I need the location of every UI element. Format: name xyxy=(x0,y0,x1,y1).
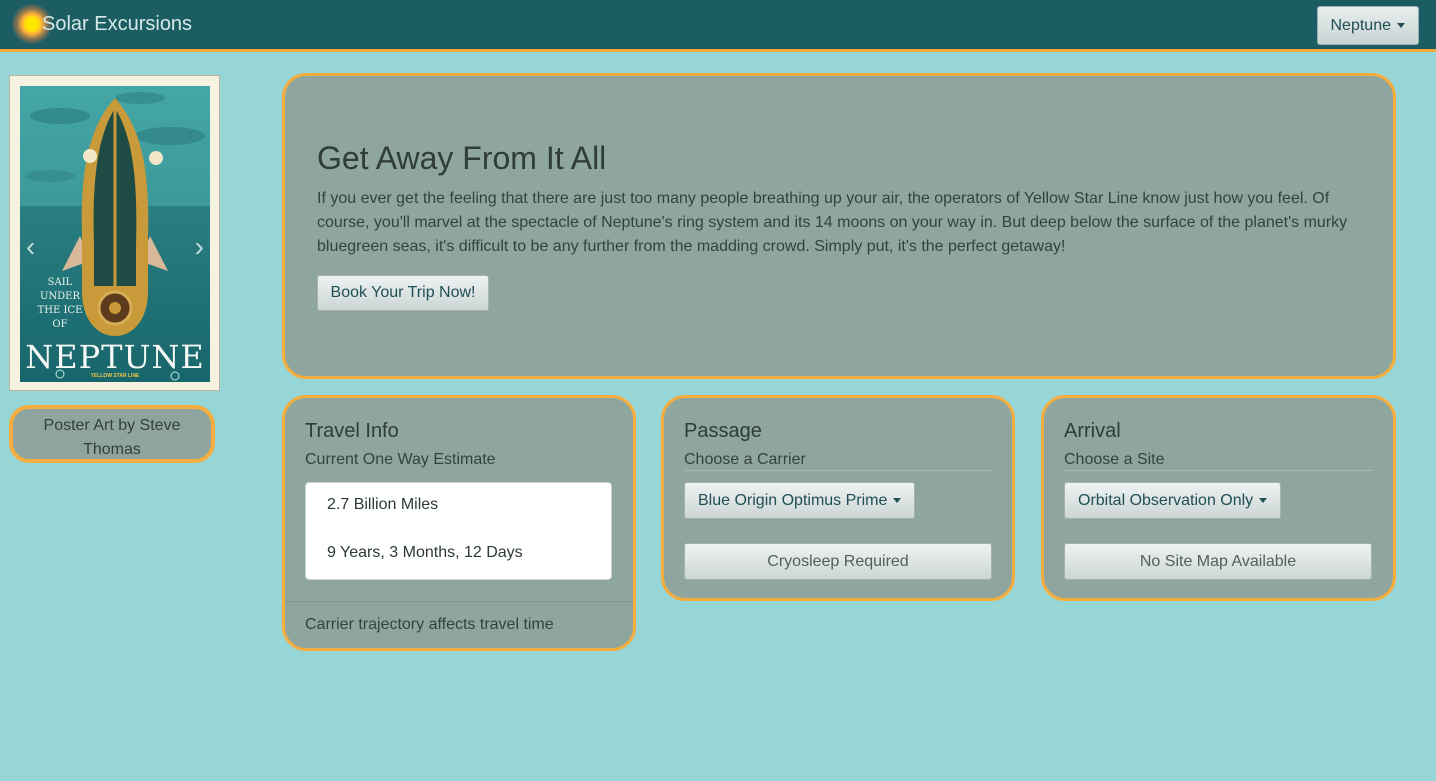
hero-card: Get Away From It All If you ever get the… xyxy=(282,73,1396,379)
carrier-dropdown-label: Blue Origin Optimus Prime xyxy=(698,492,888,509)
passage-title: Passage xyxy=(684,420,762,442)
hero-title: Get Away From It All xyxy=(317,140,607,176)
caret-down-icon xyxy=(1259,498,1268,503)
divider xyxy=(1064,470,1373,471)
arrival-subtitle: Choose a Site xyxy=(1064,451,1165,468)
site-map-button[interactable]: No Site Map Available xyxy=(1064,543,1372,580)
navbar: Solar Excursions Neptune xyxy=(0,0,1436,52)
travel-info-footer: Carrier trajectory affects travel time xyxy=(305,616,554,633)
arrival-card: Arrival Choose a Site Orbital Observatio… xyxy=(1041,395,1396,601)
travel-info-card: Travel Info Current One Way Estimate 2.7… xyxy=(282,395,636,651)
planet-dropdown-label: Neptune xyxy=(1330,17,1392,34)
brand-title[interactable]: Solar Excursions xyxy=(42,13,192,36)
planet-dropdown-button[interactable]: Neptune xyxy=(1316,6,1419,45)
carousel-next-icon[interactable]: › xyxy=(195,231,204,263)
poster-title: NEPTUNE xyxy=(25,338,205,376)
passage-card: Passage Choose a Carrier Blue Origin Opt… xyxy=(661,395,1015,601)
cryosleep-button[interactable]: Cryosleep Required xyxy=(684,543,992,580)
duration-value: 9 Years, 3 Months, 12 Days xyxy=(327,544,523,561)
arrival-title: Arrival xyxy=(1064,420,1121,442)
caret-down-icon xyxy=(893,498,902,503)
poster-line-text: YELLOW STAR LINE xyxy=(90,373,140,379)
site-dropdown-button[interactable]: Orbital Observation Only xyxy=(1064,482,1282,519)
poster-subtitle: SAIL UNDER THE ICE OF xyxy=(37,277,83,330)
poster-credit-text: Poster Art by Steve Thomas xyxy=(43,417,181,458)
carousel-prev-icon[interactable]: ‹ xyxy=(26,231,35,263)
hero-description: If you ever get the feeling that there a… xyxy=(317,190,1348,255)
travel-info-title: Travel Info xyxy=(305,420,399,442)
carrier-dropdown-button[interactable]: Blue Origin Optimus Prime xyxy=(684,482,916,519)
distance-value: 2.7 Billion Miles xyxy=(327,496,439,513)
passage-subtitle: Choose a Carrier xyxy=(684,451,806,468)
site-dropdown-label: Orbital Observation Only xyxy=(1078,492,1254,509)
card-footer-divider xyxy=(285,601,633,602)
poster-image: SAIL UNDER THE ICE OF NEPTUNE YELLOW STA… xyxy=(20,86,210,382)
estimate-list: 2.7 Billion Miles 9 Years, 3 Months, 12 … xyxy=(305,482,612,580)
poster-credit: Poster Art by Steve Thomas xyxy=(9,405,215,463)
poster-carousel: SAIL UNDER THE ICE OF NEPTUNE YELLOW STA… xyxy=(9,75,220,391)
travel-info-subtitle: Current One Way Estimate xyxy=(305,451,496,468)
divider xyxy=(684,470,992,471)
caret-down-icon xyxy=(1397,23,1405,28)
book-trip-button[interactable]: Book Your Trip Now! xyxy=(317,275,489,311)
